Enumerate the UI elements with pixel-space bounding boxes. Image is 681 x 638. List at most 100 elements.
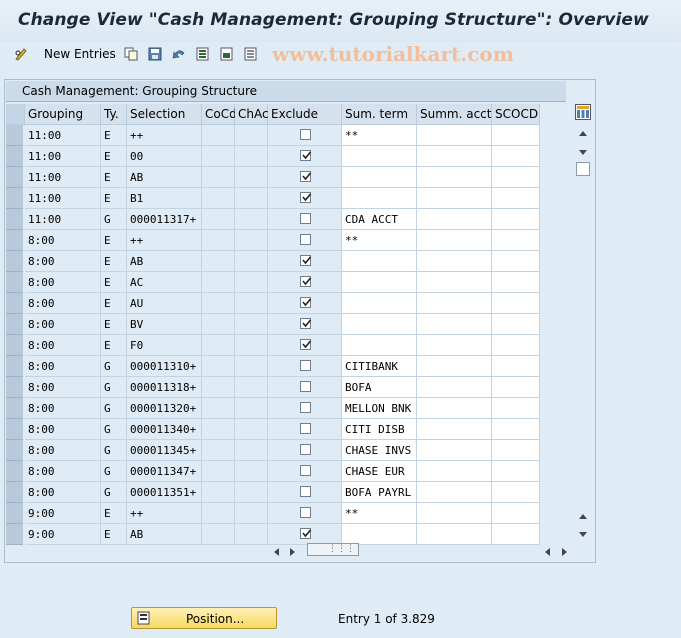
scroll-down-arrow-bottom-icon[interactable] (578, 528, 588, 542)
column-header-chart-of-accounts[interactable]: ChAc (235, 104, 269, 125)
undo-icon[interactable] (172, 47, 186, 64)
cell-sum-term[interactable] (342, 251, 417, 272)
cell-summarization-account[interactable] (417, 377, 492, 398)
cell-summarization-account[interactable] (417, 125, 492, 146)
row-selector[interactable] (6, 272, 23, 293)
cell-sum-term[interactable]: MELLON BNK (342, 398, 417, 419)
cell-summarization-account[interactable] (417, 398, 492, 419)
row-selector[interactable] (6, 209, 23, 230)
cell-summarization-account[interactable] (417, 209, 492, 230)
cell-scocd[interactable] (492, 251, 540, 272)
select-all-rows-corner[interactable] (6, 104, 25, 125)
cell-scocd[interactable] (492, 419, 540, 440)
cell-scocd[interactable] (492, 314, 540, 335)
cell-sum-term[interactable] (342, 167, 417, 188)
exclude-checkbox-checked[interactable] (300, 276, 312, 287)
cell-scocd[interactable] (492, 272, 540, 293)
scroll-left-arrow-right-icon[interactable] (543, 546, 551, 560)
cell-summarization-account[interactable] (417, 293, 492, 314)
cell-summarization-account[interactable] (417, 461, 492, 482)
scroll-up-arrow-icon[interactable] (578, 126, 588, 140)
exclude-checkbox[interactable] (300, 129, 311, 140)
column-header-summarization-term[interactable]: Sum. term (342, 104, 417, 125)
horizontal-scrollbar[interactable]: ⋮⋮⋮ (267, 542, 597, 558)
cell-scocd[interactable] (492, 377, 540, 398)
row-selector[interactable] (6, 503, 23, 524)
exclude-checkbox[interactable] (300, 465, 311, 476)
cell-summarization-account[interactable] (417, 272, 492, 293)
cell-sum-term[interactable]: CITIBANK (342, 356, 417, 377)
cell-summarization-account[interactable] (417, 503, 492, 524)
exclude-checkbox[interactable] (300, 381, 311, 392)
cell-sum-term[interactable]: ** (342, 230, 417, 251)
column-header-type[interactable]: Ty. (101, 104, 127, 125)
row-selector[interactable] (6, 230, 23, 251)
cell-sum-term[interactable]: ** (342, 503, 417, 524)
cell-scocd[interactable] (492, 335, 540, 356)
row-selector[interactable] (6, 146, 23, 167)
cell-summarization-account[interactable] (417, 482, 492, 503)
position-button[interactable]: Position... (131, 607, 277, 629)
row-selector[interactable] (6, 314, 23, 335)
row-selector[interactable] (6, 482, 23, 503)
copy-icon[interactable] (124, 47, 138, 64)
scroll-thumb[interactable] (576, 162, 590, 176)
cell-sum-term[interactable] (342, 272, 417, 293)
cell-scocd[interactable] (492, 356, 540, 377)
cell-sum-term[interactable] (342, 314, 417, 335)
exclude-checkbox[interactable] (300, 402, 311, 413)
cell-sum-term[interactable]: BOFA (342, 377, 417, 398)
column-header-selection[interactable]: Selection (127, 104, 202, 125)
cell-summarization-account[interactable] (417, 230, 492, 251)
scroll-right-arrow-right-icon[interactable] (561, 546, 569, 560)
cell-summarization-account[interactable] (417, 356, 492, 377)
scroll-down-arrow-icon[interactable] (578, 146, 588, 160)
cell-scocd[interactable] (492, 167, 540, 188)
column-header-scocd[interactable]: SCOCD (492, 104, 540, 125)
row-selector[interactable] (6, 293, 23, 314)
cell-summarization-account[interactable] (417, 167, 492, 188)
exclude-checkbox[interactable] (300, 423, 311, 434)
row-selector[interactable] (6, 167, 23, 188)
deselect-icon[interactable] (244, 47, 258, 64)
exclude-checkbox-checked[interactable] (300, 318, 312, 329)
exclude-checkbox-checked[interactable] (300, 528, 312, 539)
cell-scocd[interactable] (492, 440, 540, 461)
save-icon[interactable] (148, 47, 162, 64)
exclude-checkbox[interactable] (300, 486, 311, 497)
select-all-icon[interactable] (196, 47, 210, 64)
cell-sum-term[interactable] (342, 335, 417, 356)
cell-scocd[interactable] (492, 125, 540, 146)
pencil-glasses-icon[interactable] (14, 47, 28, 64)
new-entries-button[interactable]: New Entries (44, 47, 116, 61)
cell-sum-term[interactable]: ** (342, 125, 417, 146)
row-selector[interactable] (6, 356, 23, 377)
exclude-checkbox-checked[interactable] (300, 192, 312, 203)
cell-summarization-account[interactable] (417, 188, 492, 209)
exclude-checkbox[interactable] (300, 444, 311, 455)
row-selector[interactable] (6, 461, 23, 482)
row-selector[interactable] (6, 377, 23, 398)
cell-sum-term[interactable] (342, 146, 417, 167)
cell-sum-term[interactable] (342, 293, 417, 314)
row-selector[interactable] (6, 188, 23, 209)
exclude-checkbox-checked[interactable] (300, 297, 312, 308)
scroll-up-arrow-bottom-icon[interactable] (578, 509, 588, 523)
cell-sum-term[interactable]: CDA ACCT (342, 209, 417, 230)
exclude-checkbox[interactable] (300, 234, 311, 245)
column-header-summarization-account[interactable]: Summ. acct (417, 104, 492, 125)
cell-scocd[interactable] (492, 230, 540, 251)
cell-scocd[interactable] (492, 146, 540, 167)
scroll-right-arrow-icon[interactable] (289, 546, 297, 560)
exclude-checkbox[interactable] (300, 213, 311, 224)
cell-sum-term[interactable]: CITI DISB (342, 419, 417, 440)
row-selector[interactable] (6, 251, 23, 272)
exclude-checkbox-checked[interactable] (300, 171, 312, 182)
row-selector[interactable] (6, 419, 23, 440)
cell-sum-term[interactable]: BOFA PAYRL (342, 482, 417, 503)
cell-sum-term[interactable]: CHASE INVS (342, 440, 417, 461)
row-selector[interactable] (6, 398, 23, 419)
cell-scocd[interactable] (492, 293, 540, 314)
cell-summarization-account[interactable] (417, 251, 492, 272)
column-header-grouping[interactable]: Grouping (25, 104, 101, 125)
